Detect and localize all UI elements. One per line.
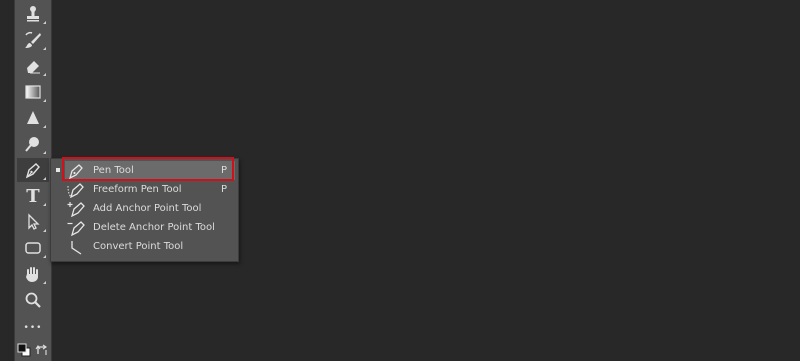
flyout-item-label: Convert Point Tool [93, 241, 184, 252]
rectangle-tool[interactable] [17, 236, 49, 260]
flyout-item-label: Freeform Pen Tool [93, 184, 182, 195]
edit-toolbar-button[interactable]: ••• [17, 316, 49, 340]
add-anchor-point-icon [65, 200, 87, 218]
rectangle-icon [25, 242, 41, 254]
eraser-icon [27, 61, 40, 74]
zoom-tool[interactable] [17, 288, 49, 312]
type-tool[interactable]: T [17, 184, 49, 208]
blur-tool[interactable] [17, 106, 49, 130]
flyout-item-label: Delete Anchor Point Tool [93, 222, 215, 233]
zoom-icon [25, 292, 41, 308]
type-icon: T [26, 185, 40, 207]
flyout-item-shortcut: P [221, 165, 228, 176]
pen-icon [65, 162, 87, 180]
history-brush-icon [25, 31, 41, 48]
path-selection-icon [28, 213, 40, 230]
pen-tool[interactable] [17, 158, 49, 182]
freeform-pen-icon [65, 181, 87, 199]
eraser-tool[interactable] [17, 54, 49, 78]
more-icon: ••• [23, 323, 43, 333]
flyout-item-freeform-pen-tool[interactable]: Freeform Pen Tool P [65, 180, 235, 199]
default-colors-button[interactable] [17, 342, 31, 357]
flyout-item-pen-tool[interactable]: Pen Tool P [65, 161, 235, 180]
stamp-icon [27, 6, 39, 22]
dodge-tool[interactable] [17, 132, 49, 156]
flyout-item-convert-point-tool[interactable]: Convert Point Tool [65, 237, 235, 256]
flyout-item-label: Add Anchor Point Tool [93, 203, 202, 214]
blur-icon [27, 111, 39, 124]
flyout-item-delete-anchor-point-tool[interactable]: Delete Anchor Point Tool [65, 218, 235, 237]
dodge-icon [25, 137, 39, 152]
default-colors-icon [17, 343, 31, 357]
swap-colors-icon [35, 344, 47, 355]
hand-icon [26, 267, 38, 282]
path-selection-tool[interactable] [17, 210, 49, 234]
gradient-icon [25, 85, 41, 99]
flyout-item-add-anchor-point-tool[interactable]: Add Anchor Point Tool [65, 199, 235, 218]
flyout-item-shortcut: P [221, 184, 228, 195]
swap-colors-button[interactable] [35, 342, 49, 356]
clone-stamp-tool[interactable] [17, 2, 49, 26]
history-brush-tool[interactable] [17, 28, 49, 52]
delete-anchor-point-icon [65, 219, 87, 237]
pen-tool-flyout-menu: Pen Tool P Freeform Pen Tool P Add Ancho… [50, 158, 239, 262]
active-tool-marker [56, 168, 60, 172]
hand-tool[interactable] [17, 262, 49, 286]
gradient-tool[interactable] [17, 80, 49, 104]
flyout-item-label: Pen Tool [93, 165, 134, 176]
tools-panel: T ••• [14, 0, 52, 361]
convert-point-icon [65, 238, 87, 256]
pen-icon [25, 163, 40, 179]
